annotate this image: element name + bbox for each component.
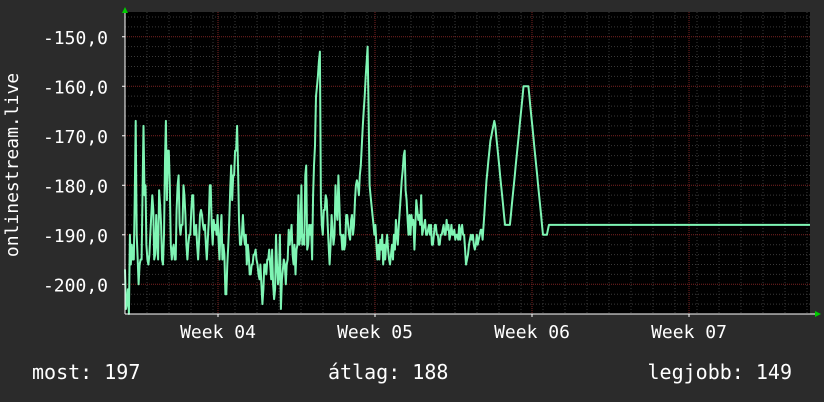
rrd-line-chart: -150,0 -160,0 -170,0 -180,0 -190,0 -200,0 Wee… <box>0 0 824 402</box>
y-tick-label: -200,0 <box>43 275 108 296</box>
x-tick-label: Week 06 <box>494 322 570 343</box>
y-tick-label: -150,0 <box>43 28 108 49</box>
y-tick-label: -190,0 <box>43 226 108 247</box>
x-tick-label: Week 04 <box>180 322 256 343</box>
stat-best: legjobb: 149 <box>647 360 793 384</box>
x-tick-label: Week 05 <box>337 322 413 343</box>
y-tick-label: -160,0 <box>43 77 108 98</box>
stat-average: átlag: 188 <box>328 360 449 384</box>
stats-row: most: 197 átlag: 188 legjobb: 149 <box>0 360 824 390</box>
x-tick-label: Week 07 <box>651 322 727 343</box>
y-tick-label: -170,0 <box>43 127 108 148</box>
stat-current: most: 197 <box>32 360 141 384</box>
y-axis-title: onlinestream.live <box>2 73 23 257</box>
y-tick-label: -180,0 <box>43 176 108 197</box>
